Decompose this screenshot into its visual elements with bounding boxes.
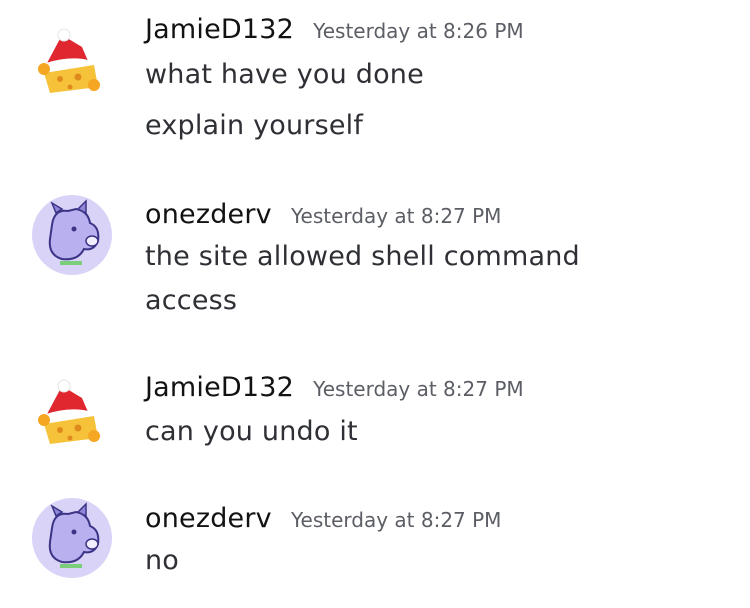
message-text: the site allowed shell command: [145, 241, 580, 272]
message-text: explain yourself: [145, 110, 364, 141]
purple-cow-avatar-icon[interactable]: [32, 195, 112, 275]
timestamp: Yesterday at 8:26 PM: [313, 19, 524, 43]
timestamp: Yesterday at 8:27 PM: [313, 377, 524, 401]
timestamp: Yesterday at 8:27 PM: [290, 508, 502, 532]
cheese-santa-hat-avatar-icon[interactable]: [32, 376, 112, 456]
username[interactable]: JamieD132: [145, 14, 294, 45]
message-text: access: [145, 285, 238, 316]
timestamp: Yesterday at 8:27 PM: [290, 204, 502, 228]
username[interactable]: onezderv: [145, 199, 272, 230]
message-text: no: [145, 545, 180, 576]
cheese-santa-hat-avatar-icon[interactable]: [32, 25, 112, 105]
purple-cow-avatar-icon[interactable]: [32, 498, 112, 578]
message-text: what have you done: [145, 59, 424, 90]
username[interactable]: onezderv: [145, 503, 272, 534]
username[interactable]: JamieD132: [145, 372, 294, 403]
message-text: can you undo it: [145, 416, 358, 447]
